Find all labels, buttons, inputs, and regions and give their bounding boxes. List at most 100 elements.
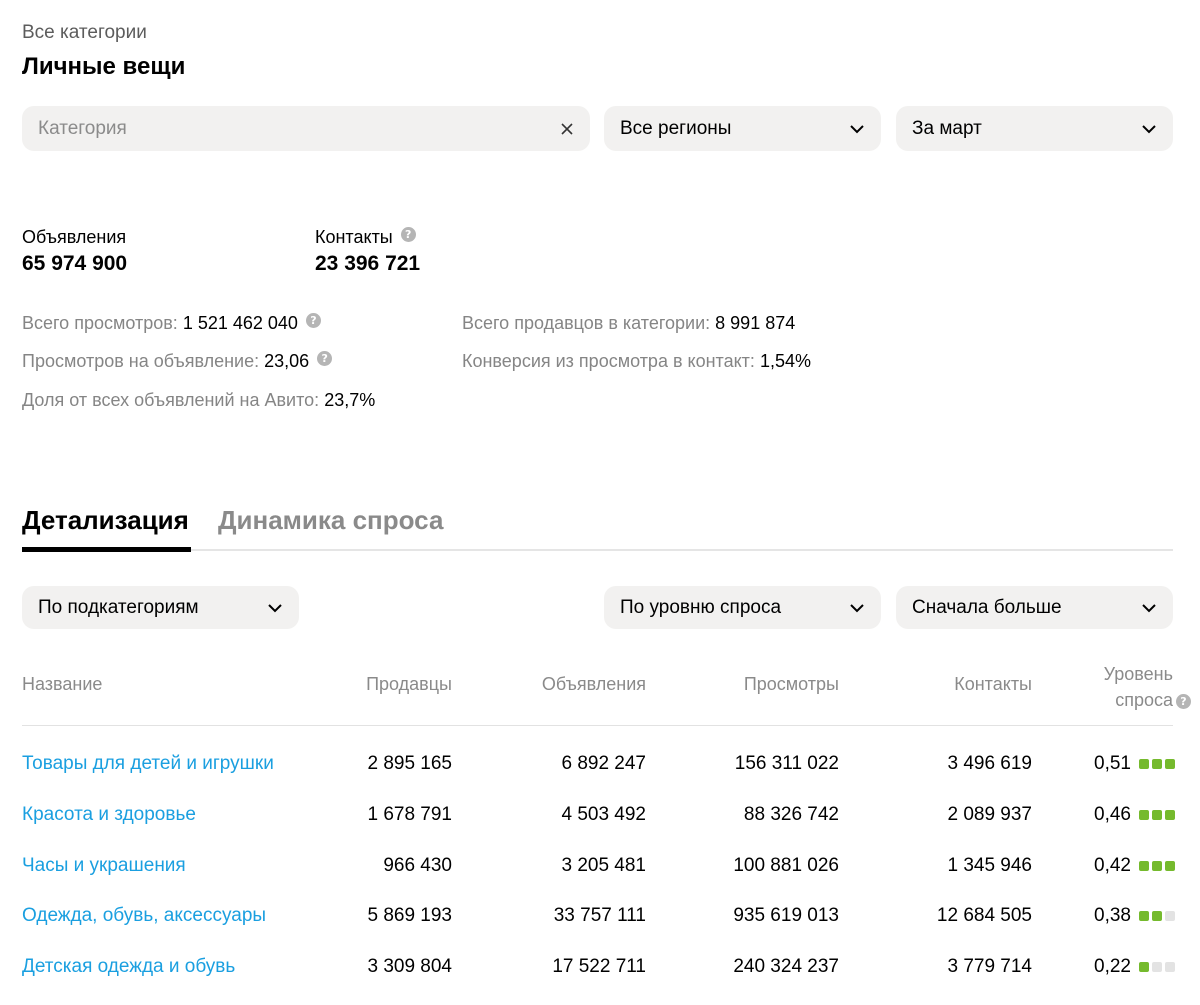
cell-views: 156 311 022: [734, 753, 839, 774]
metric-sellers: Всего продавцов в категории: 8 991 874: [462, 313, 795, 334]
cell-ads: 4 503 492: [561, 804, 646, 825]
metric-views: Всего просмотров: 1 521 462 040?: [22, 313, 321, 334]
demand-level-indicator: [1139, 810, 1175, 820]
cell-views: 935 619 013: [733, 905, 839, 926]
cell-sellers: 3 309 804: [367, 956, 452, 977]
demand-dot-filled: [1139, 810, 1149, 820]
row-name-link[interactable]: Красота и здоровье: [22, 804, 196, 826]
cell-sellers: 966 430: [383, 855, 452, 876]
cell-contacts: 12 684 505: [936, 905, 1032, 926]
help-icon[interactable]: ?: [400, 227, 416, 242]
ads-value: 65 974 900: [22, 252, 128, 275]
header-demand-line2: спроса: [1115, 690, 1173, 710]
row-name-link[interactable]: Одежда, обувь, аксессуары: [22, 905, 266, 927]
metric-sellers-label: Всего продавцов в категории:: [462, 313, 711, 333]
period-value: За март: [912, 117, 982, 139]
breadcrumb[interactable]: Все категории: [22, 22, 147, 44]
cell-sellers: 1 678 791: [367, 804, 452, 825]
header-demand[interactable]: Уровень спроса?: [1103, 661, 1191, 713]
order-select[interactable]: Сначала больше: [896, 586, 1173, 629]
category-placeholder: Категория: [38, 117, 127, 139]
demand-dot-filled: [1152, 861, 1162, 871]
help-icon[interactable]: ?: [317, 351, 333, 366]
tabs-divider: [22, 549, 1173, 551]
table-header-divider: [22, 725, 1173, 726]
cell-demand: 0,38: [1094, 905, 1131, 926]
cell-contacts: 2 089 937: [947, 804, 1032, 825]
page-title: Личные вещи: [22, 53, 186, 80]
chevron-down-icon: [850, 124, 864, 133]
clear-icon[interactable]: [560, 122, 574, 136]
demand-dot-empty: [1165, 962, 1175, 972]
metric-conversion: Конверсия из просмотра в контакт: 1,54%: [462, 351, 811, 372]
header-demand-line1: Уровень: [1103, 664, 1173, 684]
grouping-select[interactable]: По подкатегориям: [22, 586, 299, 629]
chevron-down-icon: [1142, 124, 1156, 133]
period-select[interactable]: За март: [896, 106, 1173, 151]
demand-dot-filled: [1139, 911, 1149, 921]
metric-views-per-ad-value: 23,06: [264, 351, 310, 371]
chevron-down-icon: [268, 603, 282, 612]
contacts-value: 23 396 721: [315, 252, 421, 275]
metric-conversion-value: 1,54%: [759, 351, 811, 371]
active-tab-indicator: [22, 547, 191, 552]
demand-dot-filled: [1139, 861, 1149, 871]
sort-by-value: По уровню спроса: [620, 596, 782, 618]
cell-views: 240 324 237: [733, 956, 839, 977]
help-icon[interactable]: ?: [1176, 693, 1191, 709]
category-input[interactable]: Категория: [22, 106, 590, 151]
sort-by-select[interactable]: По уровню спроса: [604, 586, 881, 629]
metric-share-value: 23,7%: [324, 390, 376, 410]
grouping-value: По подкатегориям: [38, 596, 199, 618]
metric-share-label: Доля от всех объявлений на Авито:: [22, 390, 320, 410]
metric-views-value: 1 521 462 040: [182, 313, 298, 333]
cell-views: 88 326 742: [743, 804, 839, 825]
demand-dot-empty: [1152, 962, 1162, 972]
cell-sellers: 5 869 193: [367, 905, 452, 926]
cell-demand: 0,42: [1094, 855, 1131, 876]
demand-dot-empty: [1165, 911, 1175, 921]
cell-demand: 0,51: [1094, 753, 1131, 774]
demand-dot-filled: [1152, 810, 1162, 820]
header-views[interactable]: Просмотры: [744, 674, 839, 695]
cell-sellers: 2 895 165: [367, 753, 452, 774]
header-sellers[interactable]: Продавцы: [366, 674, 452, 695]
demand-level-indicator: [1139, 861, 1175, 871]
metric-views-per-ad-label: Просмотров на объявление:: [22, 351, 260, 371]
demand-dot-filled: [1139, 759, 1149, 769]
help-icon[interactable]: ?: [305, 313, 321, 328]
header-contacts[interactable]: Контакты: [954, 674, 1032, 695]
demand-level-indicator: [1139, 759, 1175, 769]
demand-level-indicator: [1139, 962, 1175, 972]
cell-contacts: 1 345 946: [947, 855, 1032, 876]
cell-views: 100 881 026: [733, 855, 839, 876]
cell-contacts: 3 779 714: [947, 956, 1032, 977]
header-name[interactable]: Название: [22, 674, 102, 695]
cell-ads: 17 522 711: [552, 956, 646, 977]
contacts-label: Контакты: [315, 227, 393, 247]
demand-level-indicator: [1139, 911, 1175, 921]
tab-demand-dynamics[interactable]: Динамика спроса: [218, 505, 443, 536]
row-name-link[interactable]: Часы и украшения: [22, 855, 186, 877]
cell-ads: 6 892 247: [561, 753, 646, 774]
metric-views-per-ad: Просмотров на объявление: 23,06?: [22, 351, 333, 372]
demand-dot-filled: [1152, 911, 1162, 921]
order-value: Сначала больше: [912, 596, 1062, 618]
region-value: Все регионы: [620, 117, 732, 139]
region-select[interactable]: Все регионы: [604, 106, 881, 151]
cell-demand: 0,22: [1094, 956, 1131, 977]
header-demand-line2-wrap: спроса?: [1104, 687, 1191, 713]
chevron-down-icon: [1142, 603, 1156, 612]
chevron-down-icon: [850, 603, 864, 612]
cell-contacts: 3 496 619: [947, 753, 1032, 774]
tab-details[interactable]: Детализация: [22, 505, 189, 536]
header-ads[interactable]: Объявления: [542, 674, 646, 695]
demand-dot-filled: [1139, 962, 1149, 972]
row-name-link[interactable]: Товары для детей и игрушки: [22, 753, 274, 775]
ads-label: Объявления: [22, 227, 127, 247]
row-name-link[interactable]: Детская одежда и обувь: [22, 956, 235, 978]
demand-dot-filled: [1152, 759, 1162, 769]
demand-dot-filled: [1165, 861, 1175, 871]
demand-dot-filled: [1165, 759, 1175, 769]
contacts-label-wrap: Контакты?: [315, 227, 416, 248]
